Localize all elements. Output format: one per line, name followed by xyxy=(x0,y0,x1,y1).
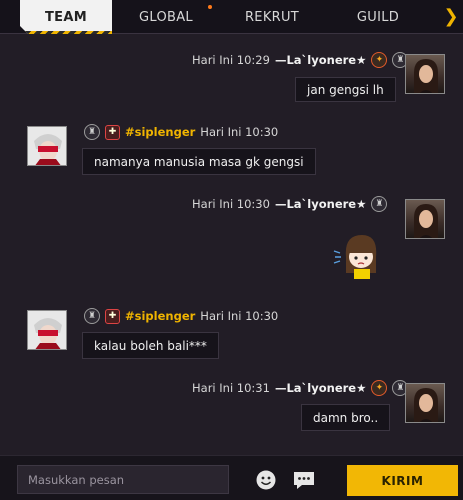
player-portrait-icon xyxy=(414,59,438,93)
clan-badge-icon: ✚ xyxy=(105,308,120,324)
shield-badge-icon: ♜ xyxy=(84,124,100,140)
player-portrait-icon xyxy=(28,311,66,349)
message-bubble: damn bro.. xyxy=(301,404,391,431)
tab-guild[interactable]: GUILD xyxy=(340,0,416,34)
message-meta: ♜ ✚ #siplenger Hari Ini 10:30 xyxy=(84,308,278,324)
rank-badge-icon: ✦ xyxy=(371,52,388,68)
message-time: Hari Ini 10:30 xyxy=(192,197,270,211)
chibi-girl-sticker xyxy=(332,227,386,281)
shield-badge-icon: ♜ xyxy=(371,196,388,212)
chat-tab-bar: TEAM GLOBAL REKRUT GUILD ❯ xyxy=(0,0,463,34)
message-bubble: kalau boleh bali*** xyxy=(82,332,219,359)
tab-rekrut[interactable]: REKRUT xyxy=(232,0,312,34)
message-time: Hari Ini 10:31 xyxy=(192,381,270,395)
tab-rekrut-label: REKRUT xyxy=(244,9,300,25)
tab-team-label: TEAM xyxy=(45,9,87,25)
avatar[interactable] xyxy=(405,383,445,423)
chat-composer: KIRIM xyxy=(0,455,463,500)
send-button[interactable]: KIRIM xyxy=(347,465,458,496)
player-portrait-icon xyxy=(414,388,438,422)
message-time: Hari Ini 10:30 xyxy=(200,309,279,323)
player-portrait-icon xyxy=(28,127,66,165)
message-time: Hari Ini 10:30 xyxy=(200,125,279,139)
player-portrait-icon xyxy=(414,204,438,238)
avatar[interactable] xyxy=(405,199,445,239)
message-text: namanya manusia masa gk gengsi xyxy=(94,154,304,169)
message-meta: Hari Ini 10:31 —La`lyonere★ ✦ ♜ xyxy=(192,380,409,396)
message-text: damn bro.. xyxy=(313,410,379,425)
message-time: Hari Ini 10:29 xyxy=(192,53,270,67)
message-meta: Hari Ini 10:29 —La`lyonere★ ✦ ♜ xyxy=(192,52,409,68)
sender-name[interactable]: #siplenger xyxy=(125,125,195,139)
message-input[interactable] xyxy=(17,465,229,494)
avatar[interactable] xyxy=(405,54,445,94)
tab-guild-label: GUILD xyxy=(356,9,400,25)
clan-badge-icon: ✚ xyxy=(105,124,120,140)
quick-chat-icon[interactable] xyxy=(292,468,316,492)
message-text: kalau boleh bali*** xyxy=(94,338,207,353)
chevron-right-icon[interactable]: ❯ xyxy=(443,6,459,28)
message-meta: Hari Ini 10:30 —La`lyonere★ ♜ xyxy=(192,196,388,212)
message-bubble: namanya manusia masa gk gengsi xyxy=(82,148,316,175)
tab-team[interactable]: TEAM xyxy=(20,0,112,34)
tab-global[interactable]: GLOBAL xyxy=(126,0,206,34)
sticker-icon xyxy=(333,235,377,279)
message-bubble: jan gengsi lh xyxy=(295,77,396,102)
tab-notification-dot xyxy=(208,5,212,9)
sender-name[interactable]: —La`lyonere★ xyxy=(275,197,366,211)
message-meta: ♜ ✚ #siplenger Hari Ini 10:30 xyxy=(84,124,278,140)
avatar[interactable] xyxy=(27,310,67,350)
rank-badge-icon: ✦ xyxy=(371,380,388,396)
message-text: jan gengsi lh xyxy=(307,82,384,97)
avatar[interactable] xyxy=(27,126,67,166)
shield-badge-icon: ♜ xyxy=(84,308,100,324)
sender-name[interactable]: —La`lyonere★ xyxy=(275,53,366,67)
sender-name[interactable]: #siplenger xyxy=(125,309,195,323)
sender-name[interactable]: —La`lyonere★ xyxy=(275,381,366,395)
emoji-icon[interactable] xyxy=(254,468,278,492)
tab-global-label: GLOBAL xyxy=(139,9,193,25)
